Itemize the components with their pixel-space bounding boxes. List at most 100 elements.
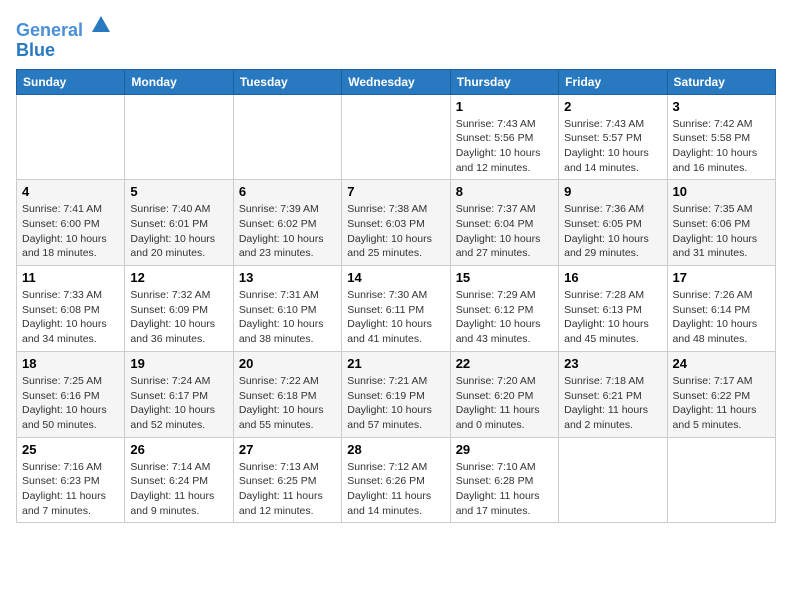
calendar-cell: 6 Sunrise: 7:39 AMSunset: 6:02 PMDaylight… (233, 180, 341, 266)
day-number: 27 (239, 442, 336, 457)
day-number: 16 (564, 270, 661, 285)
week-row-4: 18Sunrise: 7:25 AMSunset: 6:16 PMDayligh… (17, 351, 776, 437)
day-info: Sunrise: 7:43 AMSunset: 5:57 PMDaylight:… (564, 117, 661, 176)
calendar-cell: 14 Sunrise: 7:30 AMSunset: 6:11 PMDayligh… (342, 266, 450, 352)
calendar-cell: 1 Sunrise: 7:43 AMSunset: 5:56 PMDaylight… (450, 94, 558, 180)
day-number: 24 (673, 356, 770, 371)
day-info: Sunrise: 7:26 AMSunset: 6:14 PMDaylight:… (673, 288, 770, 347)
calendar-cell (17, 94, 125, 180)
day-number: 29 (456, 442, 553, 457)
day-header-monday: Monday (125, 69, 233, 94)
calendar-cell: 13 Sunrise: 7:31 AMSunset: 6:10 PMDayligh… (233, 266, 341, 352)
calendar-cell: 5 Sunrise: 7:40 AMSunset: 6:01 PMDaylight… (125, 180, 233, 266)
calendar-header-row: SundayMondayTuesdayWednesdayThursdayFrid… (17, 69, 776, 94)
day-info: Sunrise: 7:14 AMSunset: 6:24 PMDaylight:… (130, 460, 227, 519)
day-info: Sunrise: 7:39 AMSunset: 6:02 PMDaylight:… (239, 202, 336, 261)
day-number: 22 (456, 356, 553, 371)
calendar-cell: 19Sunrise: 7:24 AMSunset: 6:17 PMDayligh… (125, 351, 233, 437)
day-number: 14 (347, 270, 444, 285)
day-number: 12 (130, 270, 227, 285)
calendar-cell: 21 Sunrise: 7:21 AMSunset: 6:19 PMDayligh… (342, 351, 450, 437)
calendar-cell: 9Sunrise: 7:36 AMSunset: 6:05 PMDaylight… (559, 180, 667, 266)
day-number: 4 (22, 184, 119, 199)
calendar-cell (667, 437, 775, 523)
day-info: Sunrise: 7:43 AMSunset: 5:56 PMDaylight:… (456, 117, 553, 176)
day-number: 1 (456, 99, 553, 114)
day-info: Sunrise: 7:41 AMSunset: 6:00 PMDaylight:… (22, 202, 119, 261)
calendar-cell: 23Sunrise: 7:18 AMSunset: 6:21 PMDayligh… (559, 351, 667, 437)
day-number: 15 (456, 270, 553, 285)
logo-icon (90, 14, 112, 36)
calendar-cell: 10 Sunrise: 7:35 AMSunset: 6:06 PMDayligh… (667, 180, 775, 266)
calendar-cell (125, 94, 233, 180)
day-info: Sunrise: 7:32 AMSunset: 6:09 PMDaylight:… (130, 288, 227, 347)
day-header-saturday: Saturday (667, 69, 775, 94)
logo-text: General Blue (16, 16, 112, 61)
day-number: 9 (564, 184, 661, 199)
week-row-2: 4 Sunrise: 7:41 AMSunset: 6:00 PMDaylight… (17, 180, 776, 266)
day-number: 26 (130, 442, 227, 457)
day-number: 10 (673, 184, 770, 199)
calendar-cell: 27Sunrise: 7:13 AMSunset: 6:25 PMDayligh… (233, 437, 341, 523)
day-number: 3 (673, 99, 770, 114)
day-header-wednesday: Wednesday (342, 69, 450, 94)
calendar-cell: 15Sunrise: 7:29 AMSunset: 6:12 PMDayligh… (450, 266, 558, 352)
calendar-cell: 28Sunrise: 7:12 AMSunset: 6:26 PMDayligh… (342, 437, 450, 523)
day-number: 25 (22, 442, 119, 457)
day-info: Sunrise: 7:20 AMSunset: 6:20 PMDaylight:… (456, 374, 553, 433)
day-header-sunday: Sunday (17, 69, 125, 94)
calendar-cell: 25 Sunrise: 7:16 AMSunset: 6:23 PMDayligh… (17, 437, 125, 523)
day-header-friday: Friday (559, 69, 667, 94)
day-info: Sunrise: 7:22 AMSunset: 6:18 PMDaylight:… (239, 374, 336, 433)
day-number: 19 (130, 356, 227, 371)
day-number: 6 (239, 184, 336, 199)
calendar-cell: 11 Sunrise: 7:33 AMSunset: 6:08 PMDayligh… (17, 266, 125, 352)
day-info: Sunrise: 7:38 AMSunset: 6:03 PMDaylight:… (347, 202, 444, 261)
day-number: 28 (347, 442, 444, 457)
calendar-cell: 26 Sunrise: 7:14 AMSunset: 6:24 PMDayligh… (125, 437, 233, 523)
calendar-cell: 24 Sunrise: 7:17 AMSunset: 6:22 PMDayligh… (667, 351, 775, 437)
day-number: 17 (673, 270, 770, 285)
day-header-thursday: Thursday (450, 69, 558, 94)
day-number: 13 (239, 270, 336, 285)
calendar-cell: 17 Sunrise: 7:26 AMSunset: 6:14 PMDayligh… (667, 266, 775, 352)
day-info: Sunrise: 7:25 AMSunset: 6:16 PMDaylight:… (22, 374, 119, 433)
day-number: 5 (130, 184, 227, 199)
calendar-cell: 22 Sunrise: 7:20 AMSunset: 6:20 PMDayligh… (450, 351, 558, 437)
calendar-cell: 3 Sunrise: 7:42 AMSunset: 5:58 PMDaylight… (667, 94, 775, 180)
day-header-tuesday: Tuesday (233, 69, 341, 94)
calendar-cell (233, 94, 341, 180)
calendar-cell: 16 Sunrise: 7:28 AMSunset: 6:13 PMDayligh… (559, 266, 667, 352)
day-info: Sunrise: 7:17 AMSunset: 6:22 PMDaylight:… (673, 374, 770, 433)
logo-blue: Blue (16, 40, 55, 60)
day-number: 21 (347, 356, 444, 371)
calendar-table: SundayMondayTuesdayWednesdayThursdayFrid… (16, 69, 776, 524)
day-number: 20 (239, 356, 336, 371)
day-number: 7 (347, 184, 444, 199)
calendar-cell: 2Sunrise: 7:43 AMSunset: 5:57 PMDaylight… (559, 94, 667, 180)
day-info: Sunrise: 7:35 AMSunset: 6:06 PMDaylight:… (673, 202, 770, 261)
week-row-5: 25 Sunrise: 7:16 AMSunset: 6:23 PMDayligh… (17, 437, 776, 523)
calendar-cell: 20 Sunrise: 7:22 AMSunset: 6:18 PMDayligh… (233, 351, 341, 437)
day-info: Sunrise: 7:28 AMSunset: 6:13 PMDaylight:… (564, 288, 661, 347)
calendar-cell (342, 94, 450, 180)
page-header: General Blue (16, 16, 776, 61)
day-info: Sunrise: 7:31 AMSunset: 6:10 PMDaylight:… (239, 288, 336, 347)
day-info: Sunrise: 7:42 AMSunset: 5:58 PMDaylight:… (673, 117, 770, 176)
day-info: Sunrise: 7:33 AMSunset: 6:08 PMDaylight:… (22, 288, 119, 347)
day-number: 11 (22, 270, 119, 285)
week-row-1: 1 Sunrise: 7:43 AMSunset: 5:56 PMDaylight… (17, 94, 776, 180)
day-info: Sunrise: 7:37 AMSunset: 6:04 PMDaylight:… (456, 202, 553, 261)
day-info: Sunrise: 7:21 AMSunset: 6:19 PMDaylight:… (347, 374, 444, 433)
logo-general: General (16, 20, 83, 40)
calendar-cell: 12 Sunrise: 7:32 AMSunset: 6:09 PMDayligh… (125, 266, 233, 352)
day-number: 23 (564, 356, 661, 371)
calendar-cell: 7 Sunrise: 7:38 AMSunset: 6:03 PMDaylight… (342, 180, 450, 266)
calendar-cell (559, 437, 667, 523)
calendar-cell: 8 Sunrise: 7:37 AMSunset: 6:04 PMDaylight… (450, 180, 558, 266)
day-info: Sunrise: 7:16 AMSunset: 6:23 PMDaylight:… (22, 460, 119, 519)
day-number: 8 (456, 184, 553, 199)
day-info: Sunrise: 7:30 AMSunset: 6:11 PMDaylight:… (347, 288, 444, 347)
calendar-cell: 18Sunrise: 7:25 AMSunset: 6:16 PMDayligh… (17, 351, 125, 437)
day-info: Sunrise: 7:40 AMSunset: 6:01 PMDaylight:… (130, 202, 227, 261)
